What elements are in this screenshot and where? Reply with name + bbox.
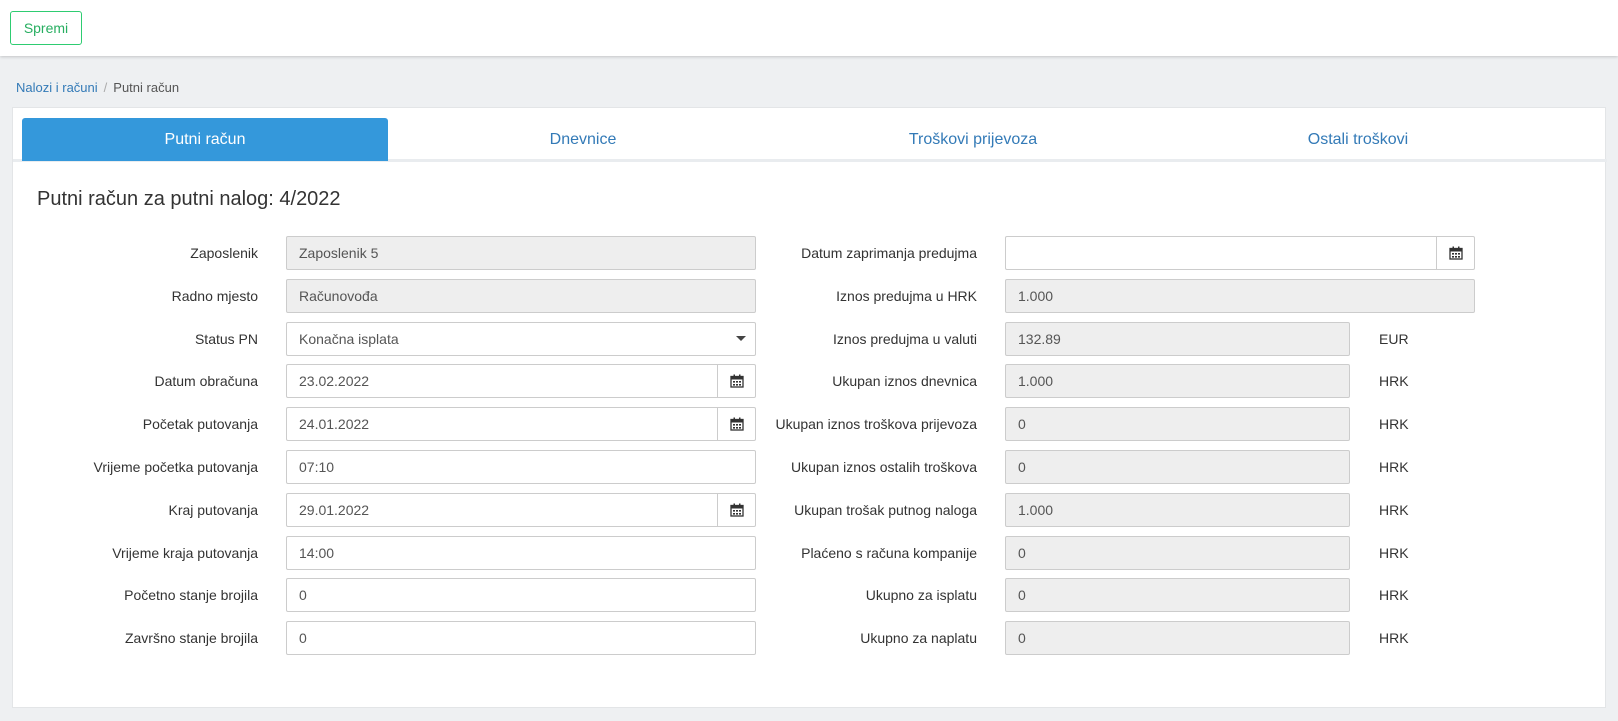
currency-unit: HRK bbox=[1379, 459, 1409, 475]
breadcrumb-current: Putni račun bbox=[113, 80, 180, 95]
currency-unit: HRK bbox=[1379, 587, 1409, 603]
currency-unit: HRK bbox=[1379, 545, 1409, 561]
tab-troskovi-prijevoza[interactable]: Troškovi prijevoza bbox=[778, 118, 1168, 161]
main-panel: Putni račun Dnevnice Troškovi prijevoza … bbox=[12, 107, 1607, 708]
form-row-ukupan-iznos-troskova-prijevoza: Ukupan iznos troškova prijevoza 0 HRK bbox=[13, 407, 1607, 441]
breadcrumb-separator: / bbox=[103, 80, 108, 95]
form-title: Putni račun za putni nalog: 4/2022 bbox=[37, 188, 341, 210]
currency-unit: EUR bbox=[1379, 331, 1409, 347]
breadcrumb-link-parent[interactable]: Nalozi i računi bbox=[16, 80, 98, 95]
currency-unit: HRK bbox=[1379, 502, 1409, 518]
currency-unit: HRK bbox=[1379, 630, 1409, 646]
form-row-ukupan-iznos-ostalih-troskova: Ukupan iznos ostalih troškova 0 HRK bbox=[13, 450, 1607, 484]
ukupno-za-naplatu-field: 0 bbox=[1005, 621, 1350, 655]
field-label: Datum zaprimanja predujma bbox=[801, 245, 977, 261]
field-label: Iznos predujma u valuti bbox=[833, 331, 977, 347]
field-label: Ukupan iznos troškova prijevoza bbox=[775, 416, 977, 432]
ukupno-za-isplatu-field: 0 bbox=[1005, 578, 1350, 612]
ukupan-iznos-dnevnica-field: 1.000 bbox=[1005, 364, 1350, 398]
form-row-datum-zaprimanja-predujma: Datum zaprimanja predujma bbox=[13, 236, 1607, 270]
save-button[interactable]: Spremi bbox=[10, 11, 82, 45]
breadcrumb: Nalozi i računi / Putni račun bbox=[16, 80, 179, 95]
tab-putni-racun[interactable]: Putni račun bbox=[22, 118, 388, 161]
ukupan-iznos-ostalih-troskova-field: 0 bbox=[1005, 450, 1350, 484]
field-label: Ukupno za naplatu bbox=[860, 630, 977, 646]
form-row-ukupan-trosak-putnog-naloga: Ukupan trošak putnog naloga 1.000 HRK bbox=[13, 493, 1607, 527]
form-row-ukupno-za-naplatu: Ukupno za naplatu 0 HRK bbox=[13, 621, 1607, 655]
iznos-predujma-u-hrk-field: 1.000 bbox=[1005, 279, 1475, 313]
tab-dnevnice[interactable]: Dnevnice bbox=[398, 118, 768, 161]
field-label: Iznos predujma u HRK bbox=[836, 288, 977, 304]
field-label: Plaćeno s računa kompanije bbox=[801, 545, 977, 561]
calendar-icon bbox=[1448, 246, 1463, 260]
ukupan-iznos-troskova-prijevoza-field: 0 bbox=[1005, 407, 1350, 441]
currency-unit: HRK bbox=[1379, 416, 1409, 432]
field-label: Ukupan trošak putnog naloga bbox=[794, 502, 977, 518]
form-row-iznos-predujma-u-valuti: Iznos predujma u valuti 132.89 EUR bbox=[13, 322, 1607, 356]
ukupan-trosak-putnog-naloga-field: 1.000 bbox=[1005, 493, 1350, 527]
iznos-predujma-u-valuti-field: 132.89 bbox=[1005, 322, 1350, 356]
datum-zaprimanja-predujma-date-input[interactable] bbox=[1005, 236, 1437, 270]
form-row-ukupan-iznos-dnevnica: Ukupan iznos dnevnica 1.000 HRK bbox=[13, 364, 1607, 398]
form-row-ukupno-za-isplatu: Ukupno za isplatu 0 HRK bbox=[13, 578, 1607, 612]
tab-ostali-troskovi[interactable]: Ostali troškovi bbox=[1178, 118, 1538, 161]
field-label: Ukupan iznos ostalih troškova bbox=[791, 459, 977, 475]
field-label: Ukupno za isplatu bbox=[865, 587, 977, 603]
form-row-placeno-s-racuna-kompanije: Plaćeno s računa kompanije 0 HRK bbox=[13, 536, 1607, 570]
currency-unit: HRK bbox=[1379, 373, 1409, 389]
calendar-button[interactable] bbox=[1436, 236, 1475, 270]
placeno-s-racuna-kompanije-field: 0 bbox=[1005, 536, 1350, 570]
tab-bar: Putni račun Dnevnice Troškovi prijevoza … bbox=[13, 108, 1607, 162]
top-toolbar: Spremi bbox=[0, 0, 1618, 56]
form-row-iznos-predujma-u-hrk: Iznos predujma u HRK 1.000 bbox=[13, 279, 1607, 313]
field-label: Ukupan iznos dnevnica bbox=[832, 373, 977, 389]
